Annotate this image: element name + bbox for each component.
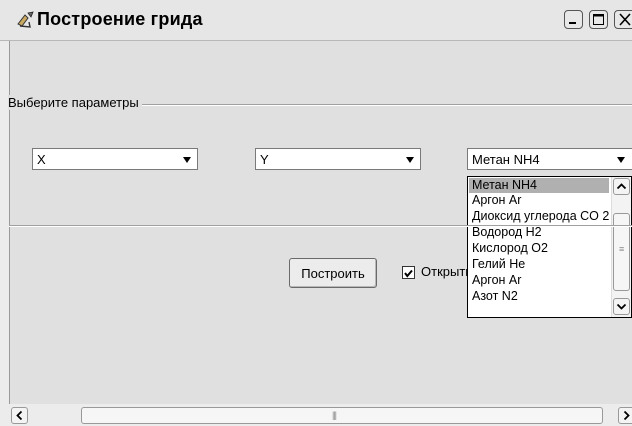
list-item[interactable]: Кислород O2 [469,241,548,256]
gas-combo[interactable]: Метан NH4 [467,148,632,170]
chevron-left-icon [16,410,23,421]
window-title: Построение грида [37,9,203,29]
grip-icon: ≡ [619,244,624,254]
chevron-down-icon[interactable] [402,150,419,168]
chevron-down-icon[interactable] [179,150,196,168]
open-checkbox-label: Открыть [421,264,467,279]
close-icon [619,13,631,26]
list-item[interactable]: Аргон Ar [469,273,521,288]
list-item[interactable]: Водород H2 [469,225,542,240]
scroll-up-button[interactable] [613,178,630,195]
chevron-down-icon[interactable] [613,150,630,168]
build-button[interactable]: Построить [289,258,377,288]
group-divider [140,104,632,106]
list-item[interactable]: Азот N2 [469,289,518,304]
list-item[interactable]: Гелий He [469,257,525,272]
scroll-right-button[interactable] [618,407,632,424]
checkmark-icon [404,269,413,278]
section-divider [9,225,632,227]
scroll-left-button[interactable] [11,407,28,424]
x-axis-value: X [37,152,46,167]
window: Построение грида Выберите параметры X Y … [0,0,632,426]
y-axis-combo[interactable]: Y [255,148,421,170]
horizontal-scrollbar[interactable]: ||| [9,404,632,426]
chevron-down-icon [616,303,627,310]
grip-icon: ||| [332,410,337,420]
scroll-thumb[interactable]: ||| [81,407,603,424]
list-item[interactable]: Метан NH4 [469,178,609,193]
maximize-icon [593,14,604,25]
title-bar[interactable]: Построение грида [0,0,632,41]
list-item[interactable]: Аргон Ar [469,193,521,208]
y-axis-value: Y [260,152,269,167]
gas-dropdown-list[interactable]: Метан NH4 Аргон Ar Диоксид углерода CO 2… [467,176,632,318]
group-label: Выберите параметры [8,95,142,110]
scroll-down-button[interactable] [613,298,630,315]
maximize-button[interactable] [589,10,608,29]
close-button[interactable] [614,10,632,29]
list-item[interactable]: Диоксид углерода CO 2 [469,209,609,224]
app-pen-icon [17,11,34,28]
minimize-icon [569,22,576,24]
minimize-button[interactable] [564,10,583,29]
x-axis-combo[interactable]: X [32,148,198,170]
chevron-right-icon [623,410,630,421]
chevron-up-icon [616,183,627,190]
open-checkbox[interactable] [402,266,415,279]
build-button-label: Построить [301,266,365,281]
dropdown-scrollbar[interactable]: ≡ [611,177,631,317]
gas-value: Метан NH4 [472,152,540,167]
